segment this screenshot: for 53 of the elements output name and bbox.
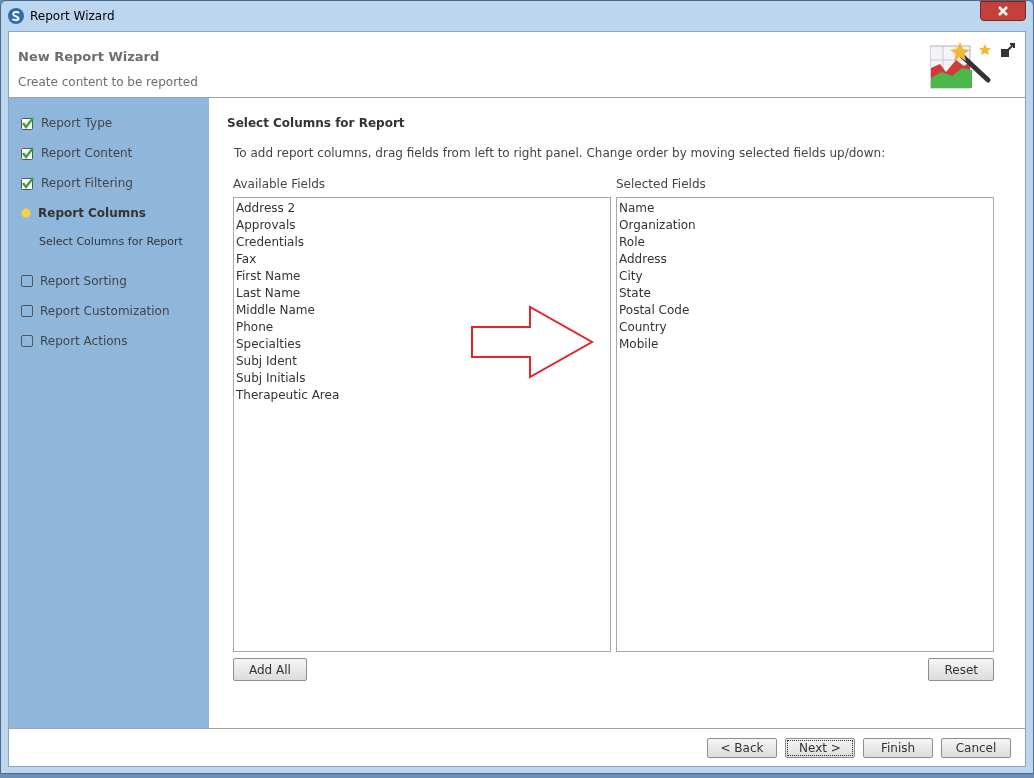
step-item[interactable]: Report Sorting (40, 272, 127, 290)
field-item[interactable]: Postal Code (618, 302, 992, 319)
field-item[interactable]: Specialties (235, 336, 609, 353)
wizard-button[interactable]: Cancel (941, 737, 1011, 758)
close-button[interactable] (980, 1, 1026, 21)
field-item[interactable]: Last Name (235, 285, 609, 302)
list-label: Available Fields (233, 176, 327, 193)
field-item[interactable]: Phone (235, 319, 609, 336)
unchecked-checkbox-icon (21, 335, 33, 347)
add-all-button[interactable]: Add All (233, 658, 307, 681)
close-icon (997, 6, 1009, 16)
checked-checkbox-icon (21, 146, 34, 160)
field-item[interactable]: Role (618, 234, 992, 251)
expand-icon[interactable] (1000, 42, 1016, 58)
reset-button[interactable]: Reset (928, 658, 994, 681)
instructions-text: To add report columns, drag fields from left to right panel. Change order by moving selected fields up/down: (234, 145, 887, 162)
field-item[interactable]: First Name (235, 268, 609, 285)
wizard-subtitle: Create content to be reported (18, 73, 198, 91)
step-item[interactable]: Report Content (41, 144, 133, 162)
window-title: Report Wizard (30, 8, 115, 25)
field-item[interactable]: Subj Initials (235, 370, 609, 387)
checked-checkbox-icon (21, 116, 34, 130)
field-item[interactable]: Approvals (235, 217, 609, 234)
app-logo-icon (8, 8, 24, 24)
checked-checkbox-icon (21, 176, 34, 190)
field-item[interactable]: Credentials (235, 234, 609, 251)
field-item[interactable]: Mobile (618, 336, 992, 353)
field-item[interactable]: Therapeutic Area (235, 387, 609, 404)
field-item[interactable]: Middle Name (235, 302, 609, 319)
field-item[interactable]: State (618, 285, 992, 302)
list-label: Selected Fields (616, 176, 707, 193)
wizard-button[interactable]: Finish (863, 737, 933, 758)
section-title: Select Columns for Report (226, 115, 406, 132)
field-item[interactable]: Name (618, 200, 992, 217)
field-item[interactable]: Address (618, 251, 992, 268)
unchecked-checkbox-icon (21, 305, 33, 317)
field-item[interactable]: Subj Ident (235, 353, 609, 370)
current-step-dot-icon (21, 208, 31, 218)
wizard-button[interactable]: Next > (785, 737, 855, 758)
wizard-title: New Report Wizard (18, 48, 161, 66)
step-item[interactable]: Report Type (41, 114, 113, 132)
field-item[interactable]: Address 2 (235, 200, 609, 217)
field-item[interactable]: City (618, 268, 992, 285)
step-item[interactable]: Report Actions (40, 332, 128, 350)
field-item[interactable]: Organization (618, 217, 992, 234)
step-item[interactable]: Report Filtering (41, 174, 133, 192)
step-item[interactable]: Report Columns (38, 204, 146, 222)
wizard-button[interactable]: < Back (707, 737, 777, 758)
substep-item[interactable]: Select Columns for Report (39, 233, 183, 251)
unchecked-checkbox-icon (21, 275, 33, 287)
step-item[interactable]: Report Customization (40, 302, 170, 320)
field-item[interactable]: Country (618, 319, 992, 336)
field-item[interactable]: Fax (235, 251, 609, 268)
